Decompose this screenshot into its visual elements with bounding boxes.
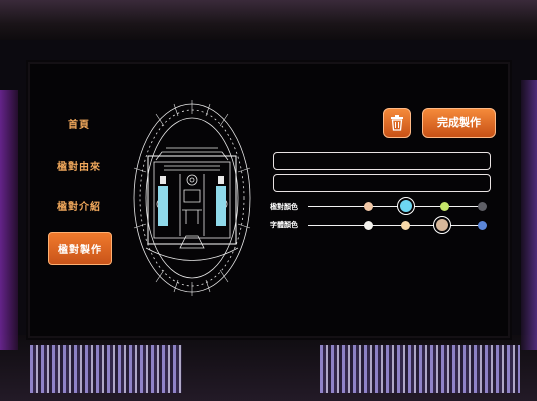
couplet-color-swatch-peach[interactable]: [364, 202, 373, 211]
nav-item-make[interactable]: 楹對製作: [48, 232, 112, 265]
nav-item-introduction[interactable]: 楹對介紹: [48, 198, 110, 213]
text-color-swatch-blue[interactable]: [478, 221, 487, 230]
decorative-stripes-left: [30, 345, 182, 393]
upper-couplet-input[interactable]: [273, 152, 491, 170]
trash-icon: [391, 115, 403, 131]
couplet-color-swatch-gray[interactable]: [478, 202, 487, 211]
background-top: [0, 0, 537, 40]
couplet-right-scroll: [216, 186, 226, 226]
text-color-label: 字體顏色: [270, 221, 298, 229]
couplet-color-swatch-lime[interactable]: [440, 202, 449, 211]
side-glow-right: [521, 80, 537, 350]
decorative-stripes-right: [320, 345, 520, 393]
couplet-left-scroll: [158, 186, 168, 226]
couplet-color-label: 楹對顏色: [270, 203, 298, 211]
couplet-preview-emblem: [133, 100, 251, 296]
side-glow-left: [0, 90, 18, 350]
kiosk-screen: 首頁 楹對由來 楹對介紹 楹對製作 完成製作 楹對顏色 字體顏色: [28, 62, 510, 338]
finish-button[interactable]: 完成製作: [422, 108, 496, 138]
text-color-swatch-tan[interactable]: [436, 219, 448, 231]
nav-item-origin[interactable]: 楹對由來: [48, 158, 110, 173]
couplet-color-track: [308, 206, 486, 207]
text-color-swatch-white[interactable]: [364, 221, 373, 230]
couplet-color-swatch-cyan[interactable]: [400, 200, 412, 212]
delete-button[interactable]: [383, 108, 411, 138]
nav-item-home[interactable]: 首頁: [48, 116, 110, 131]
text-color-track: [308, 225, 486, 226]
text-color-swatch-cream[interactable]: [401, 221, 410, 230]
lower-couplet-input[interactable]: [273, 174, 491, 192]
